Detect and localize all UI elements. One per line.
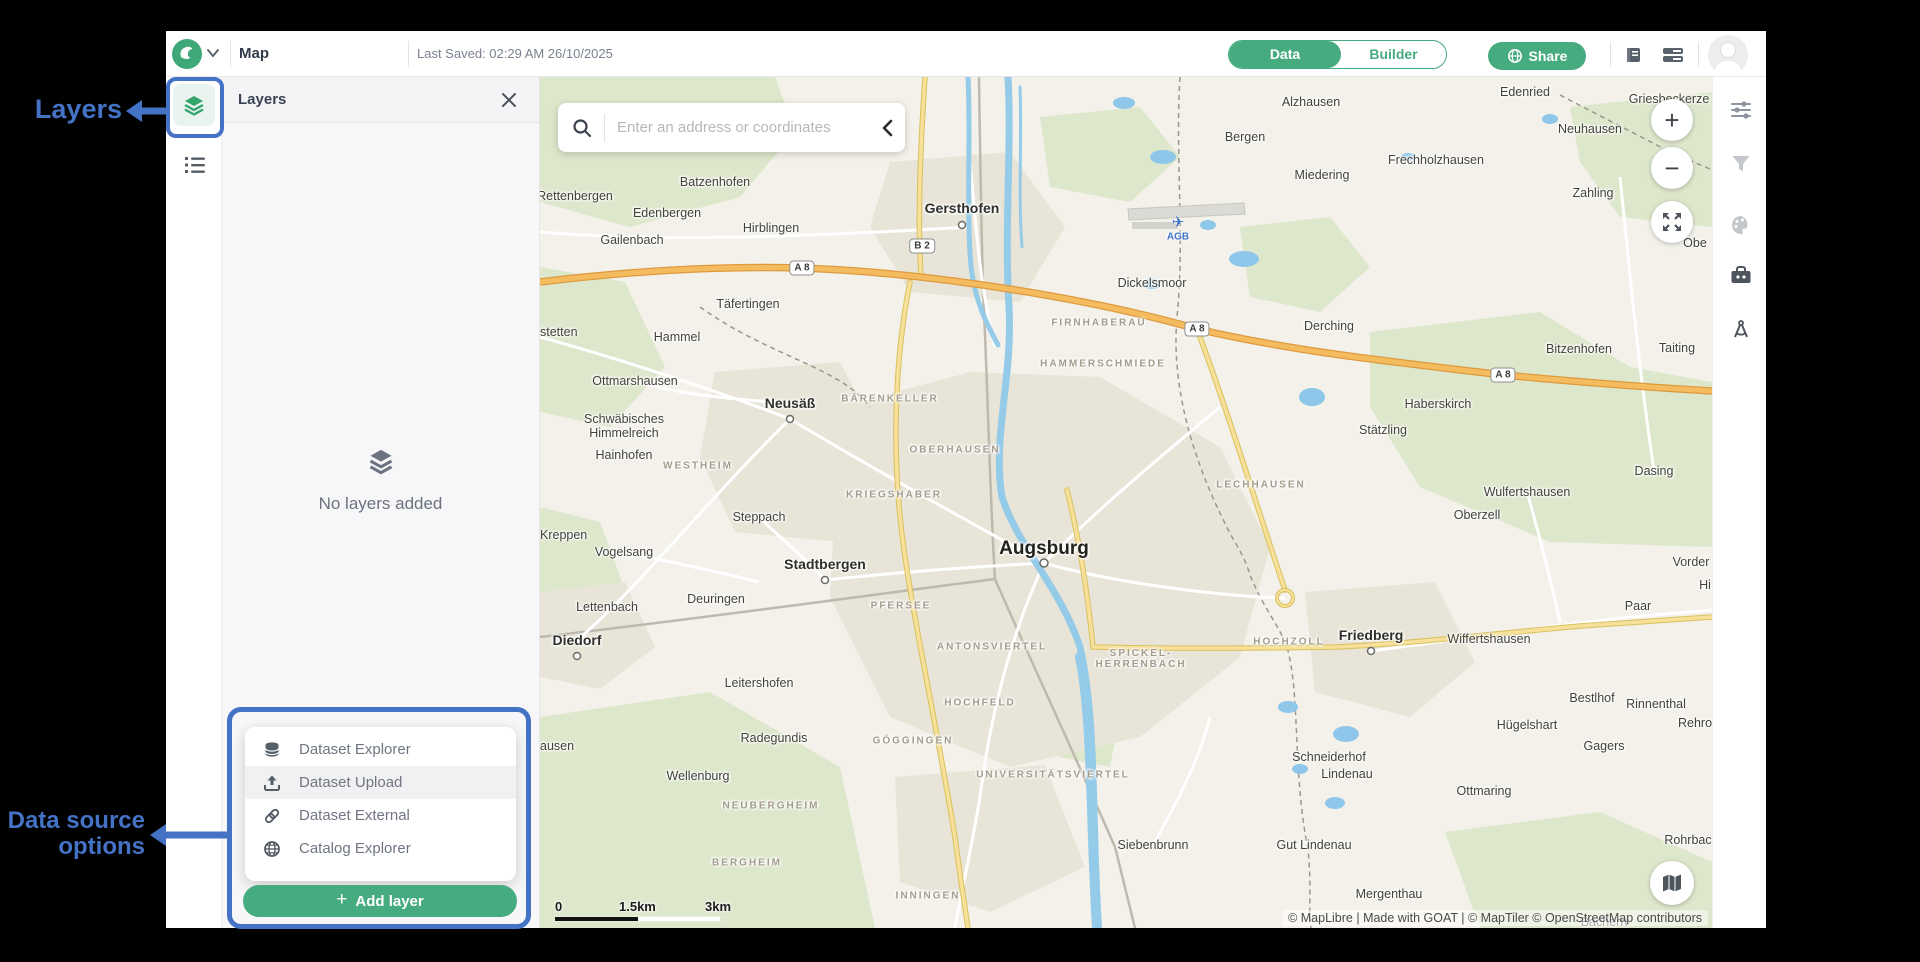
sidebar-item-legend[interactable] — [183, 153, 207, 177]
goat-logo[interactable] — [172, 39, 202, 69]
panel-title: Layers — [238, 77, 286, 123]
annotation-line-1: Data source — [6, 808, 145, 834]
layers-empty-icon — [366, 447, 396, 475]
data-source-popup: Dataset Explorer Dataset Upload Dataset … — [245, 727, 516, 881]
menu-item-label: Dataset Explorer — [299, 741, 411, 758]
layers-panel: Layers No layers added — [222, 77, 540, 928]
zoom-in-button[interactable]: + — [1651, 99, 1693, 141]
palette-icon — [1730, 214, 1752, 236]
add-layer-label: Add layer — [355, 893, 423, 910]
toolbar-settings-button[interactable] — [1730, 99, 1752, 121]
layers-panel-header: Layers — [222, 77, 539, 123]
menu-item-dataset-upload[interactable]: Dataset Upload — [245, 766, 516, 799]
screenshot-stage: Layers Data source options Map — [0, 0, 1920, 962]
globe-icon — [263, 840, 283, 858]
search-input[interactable] — [617, 119, 881, 136]
close-icon[interactable] — [499, 90, 519, 110]
last-saved-status: Last Saved: 02:29 AM 26/10/2025 — [417, 31, 613, 77]
upload-icon — [263, 774, 283, 792]
left-icon-strip — [166, 77, 222, 928]
add-layer-button[interactable]: + Add layer — [243, 885, 517, 917]
scale-end: 3km — [705, 899, 731, 914]
road-shield: A 8 — [1490, 368, 1515, 383]
map-attribution[interactable]: © MapLibre | Made with GOAT | © MapTiler… — [1282, 910, 1708, 926]
basemap — [540, 77, 1712, 928]
annotation-arrow-data-source — [148, 820, 228, 850]
docs-book-icon[interactable] — [1624, 46, 1644, 64]
mode-toggle: Data Builder — [1228, 40, 1447, 69]
header-divider — [408, 41, 409, 67]
scale-bar: 0 1.5km 3km — [555, 899, 725, 921]
drafting-compass-icon — [1730, 319, 1752, 341]
database-icon — [263, 741, 283, 759]
annotation-line-2: options — [6, 834, 145, 860]
avatar-person-icon — [1708, 35, 1748, 75]
road-shield: B 2 — [909, 239, 935, 254]
annotation-arrow-layers — [124, 96, 174, 126]
basemap-style-button[interactable] — [1650, 861, 1694, 905]
scale-start: 0 — [555, 899, 562, 914]
header-divider — [230, 41, 231, 67]
chevron-left-icon[interactable] — [881, 119, 893, 137]
legend-list-icon — [183, 153, 207, 177]
map-search-bar — [558, 103, 905, 152]
menu-item-dataset-external[interactable]: Dataset External — [245, 799, 516, 832]
toggle-builder-button[interactable]: Builder — [1341, 41, 1446, 68]
search-divider — [604, 114, 605, 142]
map-icon — [1661, 873, 1683, 893]
annotation-data-source-label: Data source options — [6, 808, 145, 860]
toolbar-measure-button[interactable] — [1730, 319, 1752, 341]
menu-item-catalog-explorer[interactable]: Catalog Explorer — [245, 832, 516, 865]
empty-state: No layers added — [222, 447, 539, 514]
fit-extent-button[interactable] — [1651, 201, 1693, 243]
toolbar-filter-button[interactable] — [1730, 153, 1752, 175]
header: Map Last Saved: 02:29 AM 26/10/2025 Data… — [166, 31, 1766, 77]
page-title: Map — [239, 31, 269, 77]
header-divider — [1698, 42, 1699, 66]
toolbox-icon — [1730, 265, 1752, 285]
menu-item-label: Dataset Upload — [299, 774, 402, 791]
right-toolbar — [1712, 77, 1766, 928]
search-icon[interactable] — [572, 118, 592, 138]
toolbar-style-button[interactable] — [1730, 214, 1752, 236]
road-shield: A 8 — [789, 261, 814, 276]
sliders-icon — [1730, 99, 1752, 121]
layers-icon — [182, 93, 206, 117]
expand-arrows-icon — [1661, 211, 1683, 233]
link-icon — [263, 807, 283, 825]
menu-item-label: Dataset External — [299, 807, 410, 824]
share-label: Share — [1529, 48, 1568, 64]
empty-state-text: No layers added — [222, 494, 539, 514]
filter-funnel-icon — [1731, 154, 1751, 174]
airport-plane-icon: ✈ — [1172, 213, 1185, 231]
menu-item-label: Catalog Explorer — [299, 840, 411, 857]
globe-icon — [1507, 48, 1523, 64]
chevron-down-icon[interactable] — [206, 48, 220, 58]
toolbar-toolbox-button[interactable] — [1730, 264, 1752, 286]
header-divider — [1610, 42, 1611, 66]
panels-icon[interactable] — [1662, 46, 1684, 64]
toggle-data-button[interactable]: Data — [1229, 41, 1341, 68]
app-window: Map Last Saved: 02:29 AM 26/10/2025 Data… — [166, 31, 1766, 928]
scale-mid: 1.5km — [619, 899, 656, 914]
user-avatar[interactable] — [1708, 35, 1748, 75]
menu-item-dataset-explorer[interactable]: Dataset Explorer — [245, 733, 516, 766]
road-shield: A 8 — [1184, 322, 1209, 337]
sidebar-item-layers[interactable] — [173, 84, 215, 126]
map-canvas[interactable]: EdenriedGriesbeckerzeAlzhausenBergenNeuh… — [540, 77, 1712, 928]
zoom-out-button[interactable]: − — [1651, 147, 1693, 189]
annotation-layers-label: Layers — [20, 94, 122, 125]
goat-logo-icon — [176, 43, 198, 65]
share-button[interactable]: Share — [1488, 42, 1586, 70]
plus-icon: + — [336, 889, 347, 911]
